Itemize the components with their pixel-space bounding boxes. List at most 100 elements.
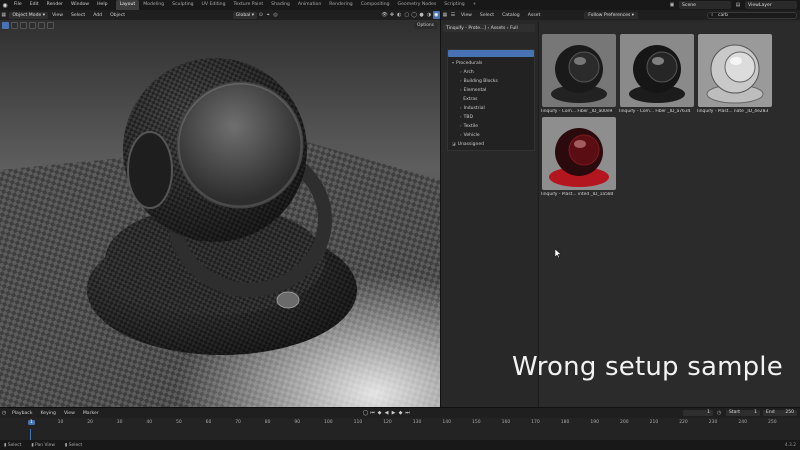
- timeline-menu-playback[interactable]: Playback: [8, 411, 37, 416]
- current-frame-field[interactable]: 1: [683, 410, 713, 416]
- ab-menu-select[interactable]: Select: [476, 13, 498, 18]
- select-mode-extend-icon[interactable]: [20, 21, 27, 29]
- editor-type-icon[interactable]: ▦: [0, 11, 7, 19]
- play-icon[interactable]: ▶: [390, 410, 397, 416]
- tab-animation[interactable]: Animation: [294, 0, 325, 10]
- viewport-menu-select[interactable]: Select: [67, 13, 89, 18]
- catalog-item-tbd[interactable]: › TBD: [460, 114, 473, 120]
- gizmo-icon[interactable]: ✥: [388, 11, 395, 19]
- jump-start-icon[interactable]: ⏮: [369, 410, 376, 416]
- ab-menu-view[interactable]: View: [457, 13, 476, 18]
- catalog-item-textile[interactable]: › Textile: [460, 123, 478, 129]
- tab-sculpting[interactable]: Sculpting: [168, 0, 197, 10]
- asset-tile[interactable]: [542, 34, 616, 107]
- start-frame-field[interactable]: Start 1: [726, 410, 760, 416]
- asset-grid: Tinquify - Com... Fiber _ID_a00e9 Tinqui…: [539, 22, 800, 407]
- catalog-item-building-blocks[interactable]: › Building Blocks: [460, 78, 498, 84]
- catalog-item-elemental[interactable]: › Elemental: [460, 87, 486, 93]
- asset-tile[interactable]: [620, 34, 694, 107]
- tab-scripting[interactable]: Scripting: [440, 0, 468, 10]
- shading-rendered-icon[interactable]: ◉: [432, 11, 440, 19]
- ab-menu-asset[interactable]: Asset: [524, 13, 545, 18]
- timeline: ◷ Playback Keying View Marker ◯ ⏮ ◆ ◀ ▶ …: [0, 407, 800, 441]
- tab-rendering[interactable]: Rendering: [325, 0, 356, 10]
- pivot-icon[interactable]: ⊙: [257, 11, 264, 19]
- visibility-icon[interactable]: 👁: [381, 11, 388, 19]
- frame-ruler[interactable]: 1 10 20 30 40 50 60 70 80 90 100 110 120 130 140 150 160…: [0, 420, 800, 428]
- 3d-viewport[interactable]: ▦ Object Mode ▾ View Select Add Object G…: [0, 10, 440, 407]
- jump-end-icon[interactable]: ⏭: [404, 410, 411, 416]
- library-path-selector[interactable]: Tinquify - Prote...] › Assets › Full: [443, 24, 535, 32]
- catalog-item-vehicle[interactable]: › Vehicle: [460, 132, 480, 138]
- tab-uv-editing[interactable]: UV Editing: [198, 0, 230, 10]
- asset-tile[interactable]: [542, 117, 616, 190]
- proportional-edit-icon[interactable]: ◎: [272, 11, 279, 19]
- menu-window[interactable]: Window: [67, 0, 93, 10]
- import-method-dropdown[interactable]: Follow Preferences ▾: [584, 11, 639, 19]
- chevron-right-icon: ›: [460, 114, 462, 119]
- catalog-item-arch[interactable]: › Arch: [460, 69, 474, 75]
- next-keyframe-icon[interactable]: ◆: [397, 410, 404, 416]
- select-mode-subtract-icon[interactable]: [29, 21, 36, 29]
- tab-layout[interactable]: Layout: [115, 0, 140, 10]
- mode-dropdown[interactable]: Object Mode ▾: [9, 11, 49, 19]
- ab-menu-catalog[interactable]: Catalog: [498, 13, 524, 18]
- blender-logo-icon[interactable]: ◉: [0, 0, 10, 10]
- tab-geometry-nodes[interactable]: Geometry Nodes: [394, 0, 441, 10]
- menu-render[interactable]: Render: [43, 0, 67, 10]
- asset-search-value: carb: [718, 12, 728, 18]
- asset-tile[interactable]: [698, 34, 772, 107]
- frame-tick-label: 10: [57, 420, 64, 425]
- catalog-item-industrial[interactable]: › Industrial: [460, 105, 485, 111]
- clock-icon[interactable]: ◷: [717, 410, 721, 416]
- overlay-icon[interactable]: ◐: [396, 11, 403, 19]
- editor-type-icon[interactable]: ▦: [441, 11, 449, 19]
- orientation-dropdown[interactable]: Global ▾: [232, 11, 258, 19]
- options-button[interactable]: Options: [414, 22, 437, 29]
- tab-modeling[interactable]: Modeling: [139, 0, 168, 10]
- play-reverse-icon[interactable]: ◀: [383, 410, 390, 416]
- timeline-menu-marker[interactable]: Marker: [79, 411, 103, 416]
- xray-icon[interactable]: ▢: [403, 11, 410, 19]
- asset-search-input[interactable]: ⌕ carb: [707, 11, 797, 19]
- frame-tick-label: 140: [442, 420, 451, 425]
- scene-selector[interactable]: Scene: [679, 1, 731, 9]
- catalog-item-unassigned[interactable]: ◪ Unassigned: [452, 141, 484, 147]
- catalog-label: Textile: [463, 124, 478, 129]
- timeline-menu-view[interactable]: View: [60, 411, 79, 416]
- menu-file[interactable]: File: [10, 0, 26, 10]
- prev-keyframe-icon[interactable]: ◆: [376, 410, 383, 416]
- shading-material-icon[interactable]: ◑: [425, 11, 432, 19]
- add-workspace-icon[interactable]: +: [469, 0, 481, 10]
- catalog-item-procedurals[interactable]: ▾ Procedurals: [452, 60, 482, 66]
- select-mode-invert-icon[interactable]: [38, 21, 45, 29]
- select-tool-icon[interactable]: [2, 21, 9, 29]
- frame-tick-label: 110: [353, 420, 363, 425]
- select-mode-intersect-icon[interactable]: [47, 21, 54, 29]
- catalog-label: Extras: [463, 97, 478, 102]
- record-icon[interactable]: ◯: [362, 410, 369, 416]
- viewport-menu-add[interactable]: Add: [89, 13, 106, 18]
- menu-help[interactable]: Help: [93, 0, 111, 10]
- catalog-filter-input[interactable]: [448, 50, 534, 57]
- snap-icon[interactable]: ⌖: [265, 11, 272, 19]
- frame-tick-label: 180: [560, 420, 570, 425]
- viewport-menu-view[interactable]: View: [48, 13, 67, 18]
- select-mode-new-icon[interactable]: [11, 21, 18, 29]
- view-layer-selector[interactable]: ViewLayer: [745, 1, 797, 9]
- frame-tick-label: 90: [294, 420, 301, 425]
- tab-shading[interactable]: Shading: [267, 0, 294, 10]
- tab-texture-paint[interactable]: Texture Paint: [230, 0, 268, 10]
- end-frame-field[interactable]: End 250: [763, 410, 797, 416]
- shading-solid-icon[interactable]: ●: [418, 11, 425, 19]
- tab-compositing[interactable]: Compositing: [357, 0, 394, 10]
- shading-wireframe-icon[interactable]: ◯: [410, 11, 417, 19]
- frame-tick-label: 240: [738, 420, 747, 425]
- editor-type-icon[interactable]: ◷: [0, 409, 8, 417]
- viewport-menu-object[interactable]: Object: [106, 13, 129, 18]
- chevron-down-icon: ▾: [452, 60, 455, 65]
- menu-edit[interactable]: Edit: [26, 0, 43, 10]
- toggle-sidebar-icon[interactable]: ☰: [449, 11, 457, 19]
- catalog-item-extras[interactable]: Extras: [460, 96, 478, 102]
- timeline-menu-keying[interactable]: Keying: [37, 411, 60, 416]
